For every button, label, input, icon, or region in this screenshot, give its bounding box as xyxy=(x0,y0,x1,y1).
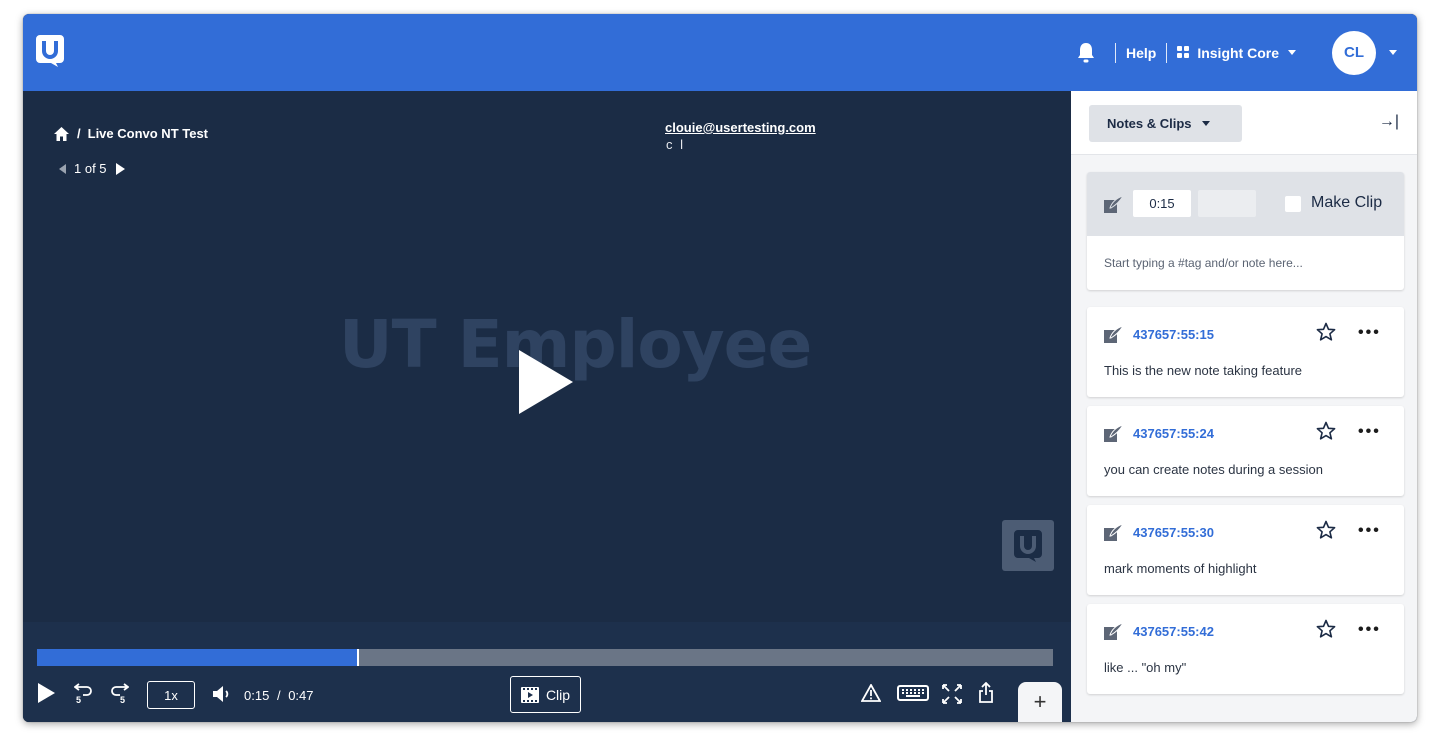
seek-bar-handle[interactable] xyxy=(357,649,360,666)
note-input[interactable]: Start typing a #tag and/or note here... xyxy=(1104,256,1303,270)
breadcrumb: / Live Convo NT Test xyxy=(54,126,208,141)
chevron-down-icon xyxy=(1288,50,1296,55)
clip-button[interactable]: Clip xyxy=(510,676,581,713)
top-bar-actions: Help Insight Core CL xyxy=(1077,14,1417,91)
more-options-icon[interactable]: ••• xyxy=(1358,423,1381,441)
video-player[interactable]: / Live Convo NT Test 1 of 5 clouie@usert… xyxy=(23,91,1071,722)
divider xyxy=(1166,42,1168,63)
workspace-switcher[interactable]: Insight Core xyxy=(1177,45,1296,61)
svg-text:5: 5 xyxy=(120,695,125,704)
previous-session-icon[interactable] xyxy=(59,163,66,174)
note-timestamp[interactable]: 437657:55:30 xyxy=(1133,525,1214,540)
fullscreen-icon xyxy=(942,684,962,704)
share-icon xyxy=(979,682,993,703)
note-card[interactable]: 437657:55:15 ••• This is the new note ta… xyxy=(1087,307,1404,397)
report-issue-button[interactable] xyxy=(861,684,881,702)
view-dropdown-label: Notes & Clips xyxy=(1107,116,1192,131)
bell-icon[interactable] xyxy=(1077,42,1095,64)
volume-icon xyxy=(213,686,229,702)
usertesting-watermark-icon xyxy=(1002,520,1054,571)
seek-bar-played xyxy=(37,649,358,666)
participant-initials: c l xyxy=(666,137,685,152)
notes-panel: Notes & Clips →| 0:15 Make Clip Start ty… xyxy=(1071,91,1417,722)
current-time: 0:15 xyxy=(244,688,270,703)
session-pager: 1 of 5 xyxy=(59,161,125,176)
breadcrumb-title: Live Convo NT Test xyxy=(87,126,209,141)
time-display: 0:15 / 0:47 xyxy=(244,688,314,703)
note-card[interactable]: 437657:55:30 ••• mark moments of highlig… xyxy=(1087,505,1404,595)
quill-note-icon xyxy=(1104,524,1123,541)
note-composer: 0:15 Make Clip Start typing a #tag and/o… xyxy=(1087,172,1404,290)
playback-speed-button[interactable]: 1x xyxy=(147,681,195,709)
view-dropdown[interactable]: Notes & Clips xyxy=(1089,105,1242,142)
fullscreen-button[interactable] xyxy=(942,684,962,704)
star-icon[interactable] xyxy=(1316,520,1336,540)
clip-start-time-input[interactable]: 0:15 xyxy=(1133,190,1191,217)
grid-icon xyxy=(1177,46,1190,59)
star-icon[interactable] xyxy=(1316,322,1336,342)
forward-5-icon: 5 xyxy=(111,683,129,704)
forward-5-button[interactable]: 5 xyxy=(109,682,129,704)
quill-note-icon xyxy=(1104,623,1123,640)
svg-text:5: 5 xyxy=(76,695,81,704)
player-controls: 5 5 1x 0:15 / 0:47 Clip xyxy=(23,676,1071,716)
divider xyxy=(1114,42,1116,63)
duration: 0:47 xyxy=(288,688,314,703)
note-card[interactable]: 437657:55:24 ••• you can create notes du… xyxy=(1087,406,1404,496)
warning-icon xyxy=(861,684,881,702)
more-options-icon[interactable]: ••• xyxy=(1358,522,1381,540)
volume-button[interactable] xyxy=(213,685,231,703)
note-text: mark moments of highlight xyxy=(1104,561,1257,576)
time-separator: / xyxy=(276,688,281,703)
add-button[interactable]: + xyxy=(1018,682,1062,722)
note-timestamp[interactable]: 437657:55:42 xyxy=(1133,624,1214,639)
chevron-down-icon xyxy=(1201,121,1210,126)
top-bar: Help Insight Core CL xyxy=(23,14,1417,91)
make-clip-checkbox[interactable] xyxy=(1285,196,1301,212)
clip-end-time-input[interactable] xyxy=(1198,190,1256,217)
rewind-5-icon: 5 xyxy=(74,683,92,704)
play-button[interactable] xyxy=(38,683,55,703)
composer-toolbar: 0:15 Make Clip xyxy=(1087,172,1404,236)
collapse-panel-icon[interactable]: →| xyxy=(1379,113,1399,131)
account-menu-chevron-icon[interactable] xyxy=(1389,50,1397,55)
rewind-5-button[interactable]: 5 xyxy=(74,682,94,704)
home-icon[interactable] xyxy=(54,126,69,141)
participant-email[interactable]: clouie@usertesting.com xyxy=(665,120,816,135)
workspace-label: Insight Core xyxy=(1197,44,1279,61)
note-text: you can create notes during a session xyxy=(1104,462,1323,477)
app-window: Help Insight Core CL / Live Convo NT Tes… xyxy=(23,14,1417,722)
pager-text: 1 of 5 xyxy=(74,161,107,176)
quill-note-icon xyxy=(1104,196,1123,213)
notes-panel-header: Notes & Clips →| xyxy=(1071,91,1417,155)
breadcrumb-separator: / xyxy=(77,126,81,141)
note-text: This is the new note taking feature xyxy=(1104,363,1303,378)
play-icon xyxy=(38,683,55,703)
film-clip-icon xyxy=(520,686,539,703)
keyboard-icon xyxy=(897,685,929,701)
next-session-icon[interactable] xyxy=(115,162,125,175)
note-text: like ... "oh my" xyxy=(1104,660,1187,675)
help-link[interactable]: Help xyxy=(1126,45,1156,61)
video-watermark: UT Employee xyxy=(339,306,812,383)
quill-note-icon xyxy=(1104,425,1123,442)
play-overlay-icon[interactable] xyxy=(519,350,573,414)
make-clip-label[interactable]: Make Clip xyxy=(1311,194,1382,212)
clip-label: Clip xyxy=(545,686,571,703)
keyboard-shortcuts-button[interactable] xyxy=(897,685,929,701)
star-icon[interactable] xyxy=(1316,421,1336,441)
star-icon[interactable] xyxy=(1316,619,1336,639)
note-timestamp[interactable]: 437657:55:15 xyxy=(1133,327,1214,342)
quill-note-icon xyxy=(1104,326,1123,343)
share-button[interactable] xyxy=(978,682,994,703)
more-options-icon[interactable]: ••• xyxy=(1358,324,1381,342)
avatar[interactable]: CL xyxy=(1332,30,1376,75)
usertesting-logo-icon[interactable] xyxy=(36,35,64,67)
note-card[interactable]: 437657:55:42 ••• like ... "oh my" xyxy=(1087,604,1404,694)
more-options-icon[interactable]: ••• xyxy=(1358,621,1381,639)
seek-bar[interactable] xyxy=(37,649,1053,666)
note-timestamp[interactable]: 437657:55:24 xyxy=(1133,426,1214,441)
